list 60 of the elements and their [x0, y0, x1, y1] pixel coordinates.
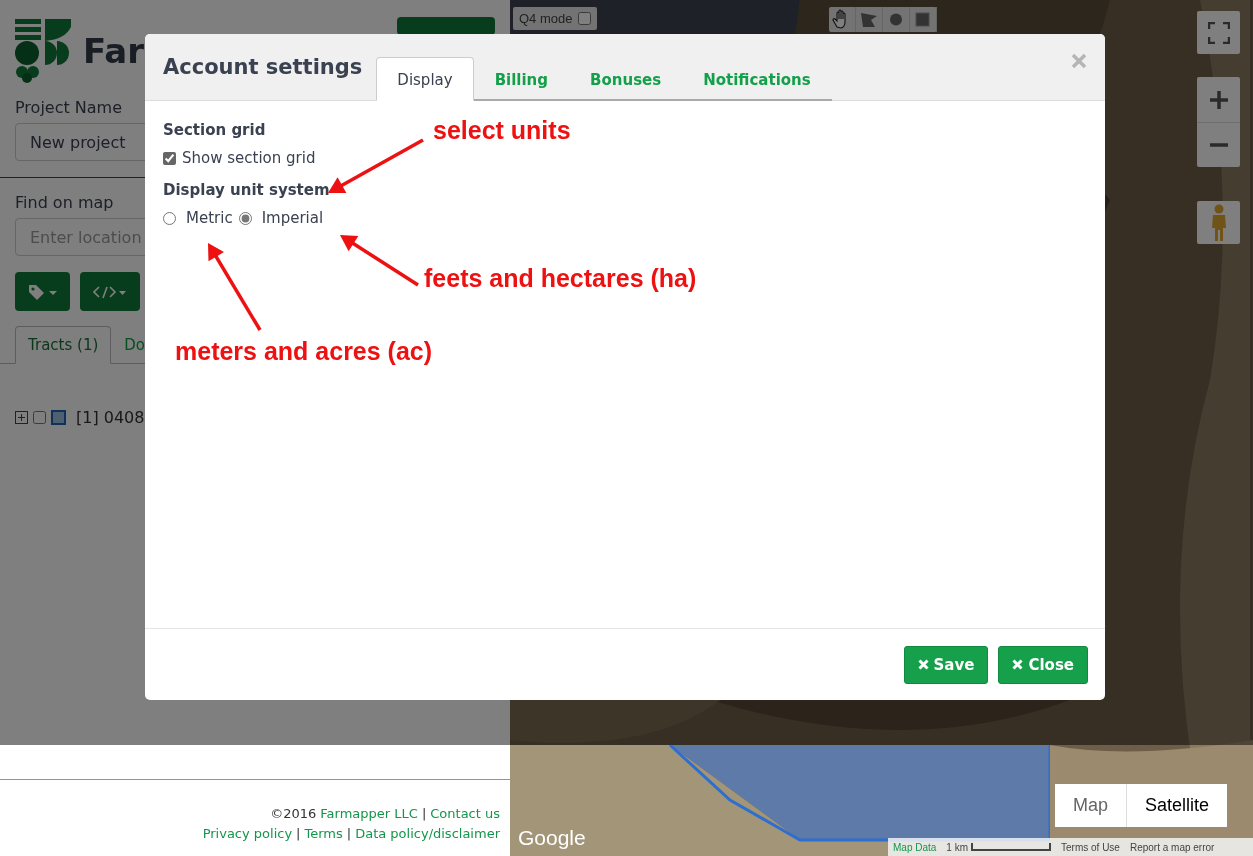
- footer-link[interactable]: Data policy/disclaimer: [355, 824, 500, 844]
- logo-icon: [15, 17, 71, 83]
- close-button[interactable]: Close: [998, 645, 1088, 684]
- settings-tab[interactable]: Billing: [473, 57, 570, 101]
- section-heading: Section grid: [163, 121, 266, 139]
- scale-bar-icon: [971, 843, 1052, 851]
- dialog-title: Account settings: [163, 55, 363, 79]
- street-view-button[interactable]: [1197, 201, 1240, 244]
- q4-mode-label: Q4 mode: [519, 11, 573, 26]
- section-heading: Display unit system: [163, 181, 330, 199]
- annotation-text: select units: [433, 116, 571, 145]
- close-icon[interactable]: [1071, 53, 1087, 69]
- terms-link[interactable]: Terms of Use: [1061, 841, 1120, 853]
- tag-icon: [27, 283, 58, 300]
- google-logo: Google: [518, 826, 586, 850]
- footer-link[interactable]: Terms: [304, 824, 343, 844]
- save-button[interactable]: Save: [903, 645, 989, 684]
- x-icon: [917, 659, 929, 670]
- settings-tab[interactable]: Notifications: [682, 57, 832, 101]
- separator-text: |: [346, 825, 352, 843]
- field-label: Find on map: [15, 193, 114, 212]
- code-menu-button[interactable]: [80, 272, 140, 311]
- fullscreen-icon: [1207, 21, 1230, 44]
- project-button[interactable]: [397, 17, 495, 35]
- scale-label: 1 km: [946, 841, 969, 853]
- radio-label: Metric: [186, 209, 233, 227]
- footer-link[interactable]: Farmapper LLC: [320, 804, 418, 824]
- tract-label: [1] 0408: [76, 408, 145, 427]
- footer-link[interactable]: Privacy policy: [202, 824, 293, 844]
- report-error-link[interactable]: Report a map error: [1129, 841, 1215, 853]
- expand-icon[interactable]: [15, 411, 28, 424]
- x-icon: [1012, 659, 1024, 670]
- settings-tab[interactable]: Bonuses: [569, 57, 683, 101]
- field-label: Project Name: [15, 98, 123, 117]
- tract-checkbox[interactable]: [33, 411, 46, 424]
- fullscreen-button[interactable]: [1197, 11, 1240, 54]
- brand-name: Far: [83, 31, 144, 71]
- show-grid-checkbox[interactable]: [163, 151, 176, 165]
- separator-text: |: [421, 805, 427, 823]
- unit-radio[interactable]: [238, 211, 252, 225]
- annotation-text: meters and acres (ac): [175, 337, 433, 366]
- settings-tab[interactable]: Display: [376, 57, 474, 101]
- person-icon: [1209, 203, 1228, 242]
- copyright-text: ©2016: [270, 805, 317, 823]
- plus-icon: [1208, 89, 1229, 110]
- radio-label: Imperial: [261, 209, 324, 227]
- hand-icon[interactable]: [829, 7, 856, 32]
- map-type-button[interactable]: Satellite: [1126, 784, 1228, 827]
- code-icon: [93, 283, 127, 300]
- separator-text: |: [296, 825, 301, 843]
- checkbox-label: Show section grid: [182, 149, 316, 167]
- footer-link[interactable]: Contact us: [430, 804, 500, 824]
- tag-menu-button[interactable]: [15, 272, 70, 311]
- unit-radio[interactable]: [163, 211, 176, 225]
- sidebar-tab[interactable]: Tracts (1): [15, 326, 112, 364]
- map-data-link[interactable]: Map Data: [893, 841, 937, 853]
- annotation-text: feets and hectares (ha): [424, 264, 697, 293]
- q4-mode-checkbox[interactable]: [578, 12, 592, 25]
- square-icon: [51, 410, 66, 425]
- minus-icon: [1208, 143, 1229, 147]
